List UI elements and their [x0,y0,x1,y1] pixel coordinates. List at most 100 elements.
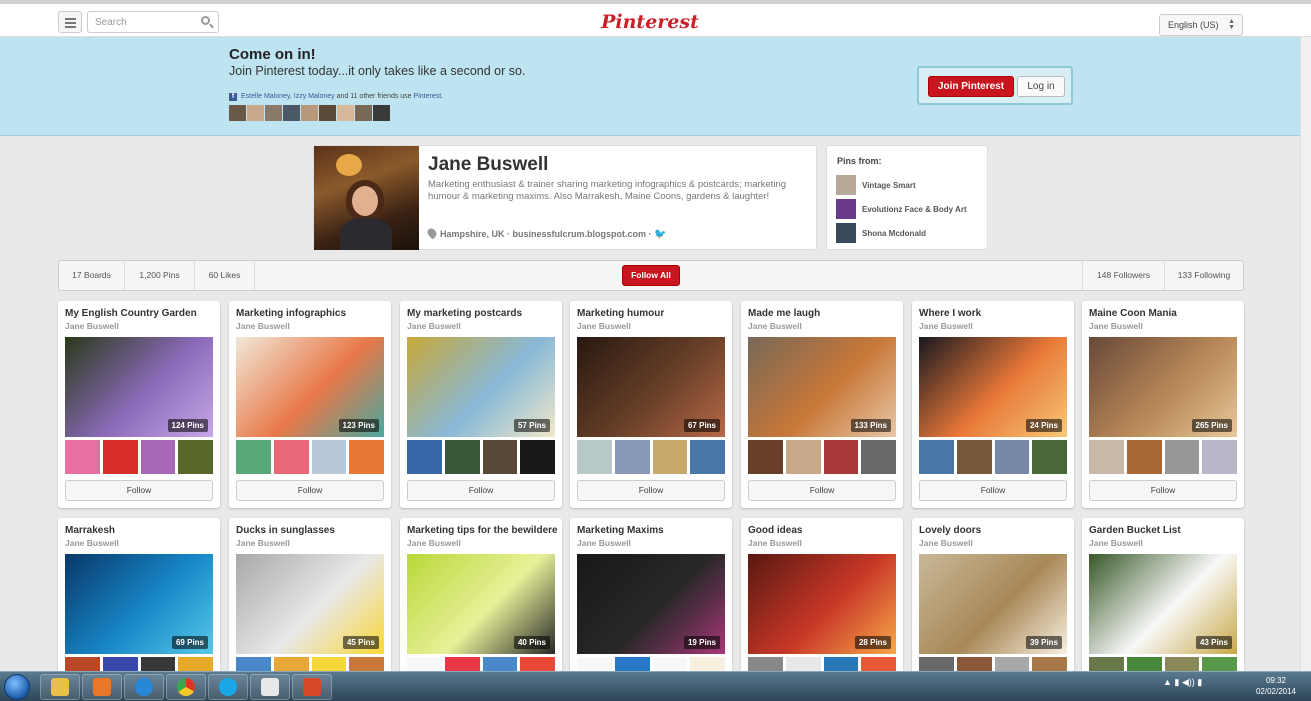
board-thumbnail[interactable] [311,440,347,474]
board-cover-image[interactable]: 43 Pins [1089,554,1237,654]
follow-board-button[interactable]: Follow [65,480,213,501]
follow-board-button[interactable]: Follow [577,480,725,501]
follow-board-button[interactable]: Follow [407,480,555,501]
board-thumbnail[interactable] [65,440,100,474]
language-select[interactable]: English (US) ▲ ▼ [1159,14,1243,36]
board-title[interactable]: Good ideas [748,525,898,536]
board-owner[interactable]: Jane Buswell [1089,321,1143,331]
board-cover-image[interactable]: 124 Pins [65,337,213,437]
powerpoint-taskbar-icon[interactable] [292,674,332,700]
board-owner[interactable]: Jane Buswell [577,321,631,331]
board-thumbnail[interactable] [1202,440,1237,474]
board-thumbnail[interactable] [577,440,612,474]
board-owner[interactable]: Jane Buswell [407,321,461,331]
board-thumbnail[interactable] [407,440,442,474]
board-thumbnail[interactable] [861,440,896,474]
board-thumbnail[interactable] [482,440,518,474]
follow-board-button[interactable]: Follow [748,480,896,501]
board-thumbnail[interactable] [273,440,309,474]
board-thumbnail[interactable] [919,440,954,474]
board-thumbnail[interactable] [614,440,650,474]
board-cover-image[interactable]: 39 Pins [919,554,1067,654]
board-owner[interactable]: Jane Buswell [748,538,802,548]
board-title[interactable]: Marrakesh [65,525,215,536]
board-thumbnail[interactable] [520,440,555,474]
document-taskbar-icon[interactable] [250,674,290,700]
board-thumbnail[interactable] [1126,440,1162,474]
twitter-icon[interactable]: 🐦 [654,229,666,240]
board-card[interactable]: My English Country Garden Jane Buswell 124… [58,301,220,508]
board-title[interactable]: Garden Bucket List [1089,525,1239,536]
board-card[interactable]: Marketing humour Jane Buswell 67 Pins Follo… [570,301,732,508]
board-owner[interactable]: Jane Buswell [236,538,290,548]
board-card[interactable]: Marketing infographics Jane Buswell 123 Pi… [229,301,391,508]
board-thumbnail[interactable] [1164,440,1200,474]
board-card[interactable]: My marketing postcards Jane Buswell 57 Pin… [400,301,562,508]
board-owner[interactable]: Jane Buswell [65,538,119,548]
board-card[interactable]: Made me laugh Jane Buswell 133 Pins Follow [741,301,903,508]
search-input[interactable]: Search [87,11,219,33]
pins-from-item[interactable]: Evolutionz Face & Body Art [836,199,986,219]
avatar[interactable] [247,105,264,121]
follow-board-button[interactable]: Follow [1089,480,1237,501]
board-thumbnail[interactable] [652,440,688,474]
board-cover-image[interactable]: 123 Pins [236,337,384,437]
board-title[interactable]: My English Country Garden [65,308,215,319]
board-owner[interactable]: Jane Buswell [919,538,973,548]
likes-count-tab[interactable]: 60 Likes [195,261,255,290]
board-thumbnail[interactable] [102,440,138,474]
media-player-taskbar-icon[interactable] [82,674,122,700]
pins-from-item[interactable]: Vintage Smart [836,175,986,195]
board-thumbnail[interactable] [785,440,821,474]
friend-link[interactable]: Estelle Maloney [241,93,290,100]
board-cover-image[interactable]: 28 Pins [748,554,896,654]
join-pinterest-button[interactable]: Join Pinterest [928,76,1014,97]
board-card[interactable]: Marketing tips for the bewildered Jane Bu… [400,518,562,678]
board-thumbnail[interactable] [1089,440,1124,474]
follow-all-button[interactable]: Follow All [622,265,680,286]
location-text[interactable]: Hampshire, UK · businessfulcrum.blogspot… [440,229,652,239]
internet-explorer-taskbar-icon[interactable] [124,674,164,700]
avatar[interactable] [319,105,336,121]
board-thumbnail[interactable] [349,440,384,474]
board-thumbnail[interactable] [956,440,992,474]
board-cover-image[interactable]: 133 Pins [748,337,896,437]
friend-link[interactable]: Izzy Maloney [294,93,335,100]
board-title[interactable]: Marketing humour [577,308,727,319]
avatar[interactable] [373,105,390,121]
board-title[interactable]: My marketing postcards [407,308,557,319]
board-card[interactable]: Where I work Jane Buswell 24 Pins Follow [912,301,1074,508]
taskbar-clock[interactable]: 09:32 02/02/2014 [1253,675,1299,697]
board-title[interactable]: Where I work [919,308,1069,319]
board-cover-image[interactable]: 24 Pins [919,337,1067,437]
board-card[interactable]: Garden Bucket List Jane Buswell 43 Pins [1082,518,1244,678]
skype-taskbar-icon[interactable] [208,674,248,700]
board-thumbnail[interactable] [823,440,859,474]
scrollbar[interactable] [1300,37,1311,671]
board-owner[interactable]: Jane Buswell [236,321,290,331]
following-count-tab[interactable]: 133 Following [1164,261,1243,290]
pins-from-item[interactable]: Shona Mcdonald [836,223,986,243]
board-thumbnail[interactable] [748,440,783,474]
board-title[interactable]: Ducks in sunglasses [236,525,386,536]
menu-icon[interactable] [58,11,82,33]
board-owner[interactable]: Jane Buswell [65,321,119,331]
start-button[interactable] [4,674,30,700]
board-card[interactable]: Maine Coon Mania Jane Buswell 265 Pins Foll… [1082,301,1244,508]
board-thumbnail[interactable] [994,440,1030,474]
board-card[interactable]: Marrakesh Jane Buswell 69 Pins [58,518,220,678]
board-owner[interactable]: Jane Buswell [919,321,973,331]
board-cover-image[interactable]: 69 Pins [65,554,213,654]
board-thumbnail[interactable] [690,440,725,474]
explorer-taskbar-icon[interactable] [40,674,80,700]
board-cover-image[interactable]: 45 Pins [236,554,384,654]
board-title[interactable]: Maine Coon Mania [1089,308,1239,319]
board-title[interactable]: Marketing infographics [236,308,386,319]
board-card[interactable]: Ducks in sunglasses Jane Buswell 45 Pins [229,518,391,678]
board-title[interactable]: Lovely doors [919,525,1069,536]
board-thumbnail[interactable] [1032,440,1067,474]
board-cover-image[interactable]: 40 Pins [407,554,555,654]
boards-count-tab[interactable]: 17 Boards [59,261,125,290]
board-cover-image[interactable]: 19 Pins [577,554,725,654]
avatar[interactable] [229,105,246,121]
